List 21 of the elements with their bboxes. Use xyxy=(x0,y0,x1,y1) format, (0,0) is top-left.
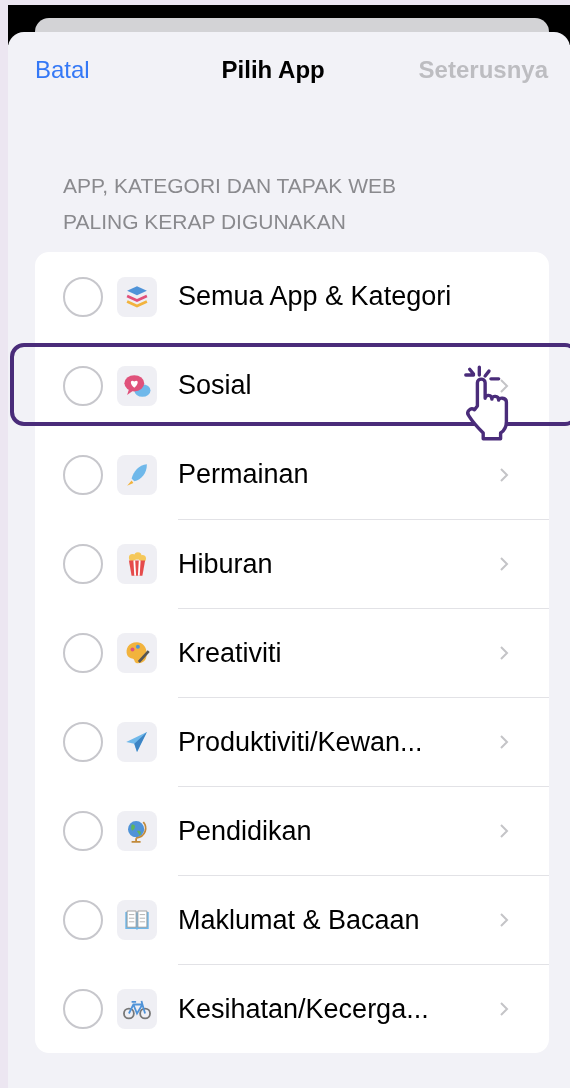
category-label: Semua App & Kategori xyxy=(178,281,453,312)
category-label: Produktiviti/Kewan... xyxy=(178,726,424,758)
category-label: Kreativiti xyxy=(178,637,283,669)
radio-button[interactable] xyxy=(63,365,103,406)
radio-button[interactable] xyxy=(63,632,103,673)
category-label: Maklumat & Bacaan xyxy=(178,904,421,936)
radio-button[interactable] xyxy=(63,988,103,1029)
category-label: Pendidikan xyxy=(178,815,313,847)
radio-button[interactable] xyxy=(63,899,103,940)
section-header: APP, KATEGORI DAN TAPAK WEB PALING KERAP DIGUNAKAN xyxy=(62,173,397,235)
category-label: Permainan xyxy=(178,459,310,490)
screen-title: Pilih App xyxy=(221,56,325,84)
radio-button[interactable] xyxy=(63,454,103,495)
radio-button[interactable] xyxy=(63,721,103,762)
category-label: Kesihatan/Kecerga... xyxy=(178,993,430,1025)
radio-button[interactable] xyxy=(63,276,103,317)
radio-button[interactable] xyxy=(63,543,103,584)
radio-button[interactable] xyxy=(63,810,103,851)
cancel-button[interactable]: Batal xyxy=(35,56,90,84)
category-label: Hiburan xyxy=(178,548,274,580)
category-label: Sosial xyxy=(178,370,253,401)
